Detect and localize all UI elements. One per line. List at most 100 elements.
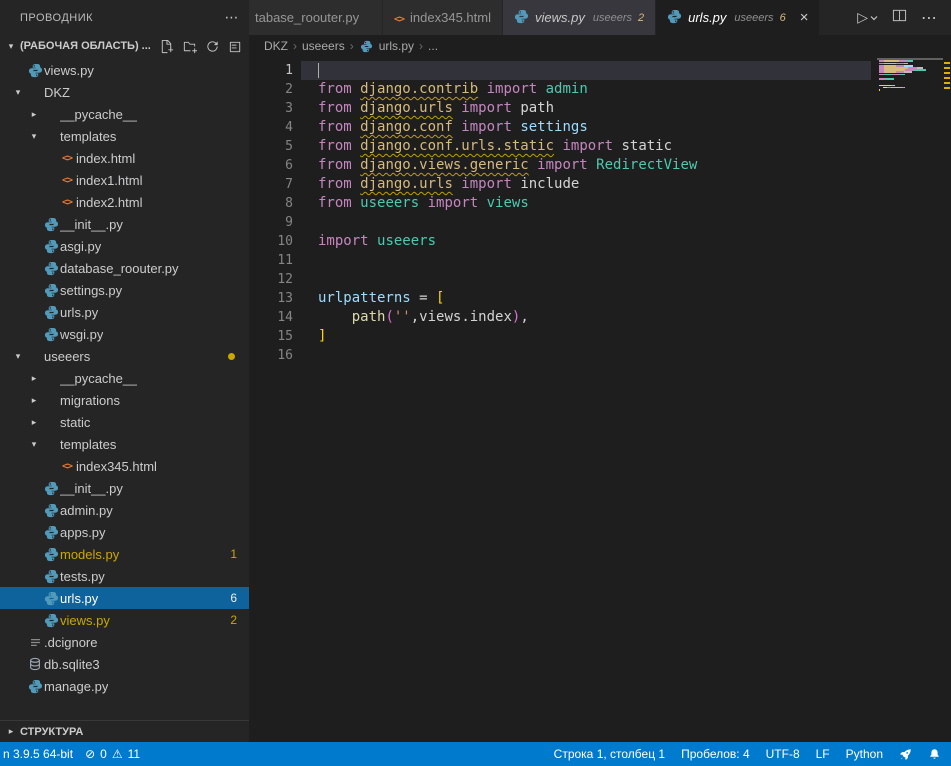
code-line[interactable]: 3from django.urls import path [249, 99, 871, 118]
tree-item-label: __pycache__ [60, 107, 137, 122]
workspace-section-header[interactable]: ▾ (РАБОЧАЯ ОБЛАСТЬ) ... [0, 35, 249, 57]
tree-item-label: DKZ [44, 85, 70, 100]
code-line[interactable]: 15] [249, 327, 871, 346]
outline-section-header[interactable]: ▸ СТРУКТУРА [0, 720, 249, 742]
code-line[interactable]: 7from django.urls import include [249, 175, 871, 194]
code-line[interactable]: 2from django.contrib import admin [249, 80, 871, 99]
tree-item-index-html[interactable]: <>index.html [0, 147, 249, 169]
python-icon [42, 261, 60, 276]
breadcrumb-item-dkz[interactable]: DKZ [264, 39, 288, 53]
explorer-more-icon[interactable]: ⋯ [225, 9, 240, 26]
code-line[interactable]: 4from django.conf import settings [249, 118, 871, 137]
code-line[interactable]: 13urlpatterns = [ [249, 289, 871, 308]
notifications-bell-icon[interactable] [928, 748, 941, 761]
new-file-button[interactable] [159, 39, 174, 54]
tree-item-pycache[interactable]: ▸__pycache__ [0, 103, 249, 125]
code-editor[interactable]: 12from django.contrib import admin3from … [249, 57, 951, 742]
run-python-file-button[interactable]: ▷ [857, 9, 878, 26]
tree-item-label: database_roouter.py [60, 261, 179, 276]
indentation-status[interactable]: Пробелов: 4 [681, 747, 750, 761]
tree-item-urls-py[interactable]: urls.py [0, 301, 249, 323]
tab-database-roouter[interactable]: tabase_roouter.py [249, 0, 383, 35]
tree-item-label: index1.html [76, 173, 142, 188]
tab-index345[interactable]: <> index345.html [383, 0, 503, 35]
editor-more-icon[interactable]: ⋯ [921, 8, 937, 28]
tree-item-index2-html[interactable]: <>index2.html [0, 191, 249, 213]
tree-item-templates[interactable]: ▾templates [0, 125, 249, 147]
breadcrumb-item-useeers[interactable]: useeers [302, 39, 345, 53]
tree-item-settings-py[interactable]: settings.py [0, 279, 249, 301]
eol-status[interactable]: LF [816, 747, 830, 761]
line-number: 11 [249, 251, 293, 270]
tree-item-label: tests.py [60, 569, 105, 584]
tree-item-urls-py[interactable]: urls.py6 [0, 587, 249, 609]
code-line[interactable]: 12 [249, 270, 871, 289]
tree-item-views-py[interactable]: views.py [0, 59, 249, 81]
code-text: ] [318, 327, 326, 346]
tree-item-init-py[interactable]: __init__.py [0, 213, 249, 235]
tree-item-templates[interactable]: ▾templates [0, 433, 249, 455]
tree-item-asgi-py[interactable]: asgi.py [0, 235, 249, 257]
minimap[interactable] [877, 58, 943, 93]
warning-tick [944, 67, 950, 69]
explorer-actions [159, 39, 243, 54]
tree-item-db-sqlite3[interactable]: db.sqlite3 [0, 653, 249, 675]
tree-item-dkz[interactable]: ▾DKZ [0, 81, 249, 103]
tab-urls[interactable]: urls.py useeers 6 × [656, 0, 820, 35]
language-mode-status[interactable]: Python [846, 747, 883, 761]
code-line[interactable]: 16 [249, 346, 871, 365]
new-folder-button[interactable] [182, 39, 197, 54]
tree-item-label: migrations [60, 393, 120, 408]
split-editor-button[interactable] [892, 8, 907, 28]
tree-item-models-py[interactable]: models.py1 [0, 543, 249, 565]
encoding-status[interactable]: UTF-8 [766, 747, 800, 761]
code-line[interactable]: 10import useeers [249, 232, 871, 251]
explorer-sidebar: ПРОВОДНИК ⋯ ▾ (РАБОЧАЯ ОБЛАСТЬ) ... view… [0, 0, 249, 742]
outline-title: СТРУКТУРА [20, 726, 83, 738]
problems-status[interactable]: ⊘ 0 ⚠ 11 [85, 747, 140, 761]
tree-item-database-roouter-py[interactable]: database_roouter.py [0, 257, 249, 279]
code-line[interactable]: 9 [249, 213, 871, 232]
tab-bar: tabase_roouter.py <> index345.html views… [249, 0, 951, 35]
tree-item-static[interactable]: ▸static [0, 411, 249, 433]
cursor-position-status[interactable]: Строка 1, столбец 1 [554, 747, 665, 761]
close-icon[interactable]: × [800, 10, 809, 25]
tree-item-pycache[interactable]: ▸__pycache__ [0, 367, 249, 389]
tree-item-wsgi-py[interactable]: wsgi.py [0, 323, 249, 345]
code-line[interactable]: 5from django.conf.urls.static import sta… [249, 137, 871, 156]
collapse-all-button[interactable] [228, 39, 243, 54]
tree-item-dcignore[interactable]: .dcignore [0, 631, 249, 653]
chevron-down-icon: ▾ [26, 439, 42, 450]
code-line[interactable]: 11 [249, 251, 871, 270]
warning-icon: ⚠ [112, 747, 123, 761]
tree-item-views-py[interactable]: views.py2 [0, 609, 249, 631]
code-line[interactable]: 1 [249, 61, 871, 80]
rocket-icon[interactable] [899, 748, 912, 761]
tree-item-admin-py[interactable]: admin.py [0, 499, 249, 521]
error-icon: ⊘ [85, 747, 95, 761]
breadcrumb-item-symbol[interactable]: ... [428, 39, 438, 53]
line-number: 3 [249, 99, 293, 118]
python-icon [26, 63, 44, 78]
tree-item-label: useeers [44, 349, 90, 364]
python-interpreter-status[interactable]: n 3.9.5 64-bit [3, 747, 73, 761]
editor-group: tabase_roouter.py <> index345.html views… [249, 0, 951, 742]
line-number: 15 [249, 327, 293, 346]
tree-item-init-py[interactable]: __init__.py [0, 477, 249, 499]
code-line[interactable]: 6from django.views.generic import Redire… [249, 156, 871, 175]
tree-item-manage-py[interactable]: manage.py [0, 675, 249, 697]
code-line[interactable]: 14 path('',views.index), [249, 308, 871, 327]
tree-item-migrations[interactable]: ▸migrations [0, 389, 249, 411]
tab-views[interactable]: views.py useeers 2 [503, 0, 656, 35]
tree-item-label: manage.py [44, 679, 108, 694]
refresh-button[interactable] [205, 39, 220, 54]
breadcrumb-item-urls[interactable]: urls.py [379, 39, 414, 53]
tree-item-tests-py[interactable]: tests.py [0, 565, 249, 587]
tree-item-label: settings.py [60, 283, 122, 298]
code-line[interactable]: 8from useeers import views [249, 194, 871, 213]
tree-item-index1-html[interactable]: <>index1.html [0, 169, 249, 191]
tree-item-index345-html[interactable]: <>index345.html [0, 455, 249, 477]
tree-item-apps-py[interactable]: apps.py [0, 521, 249, 543]
tree-item-label: views.py [44, 63, 94, 78]
tree-item-useeers[interactable]: ▾useeers [0, 345, 249, 367]
